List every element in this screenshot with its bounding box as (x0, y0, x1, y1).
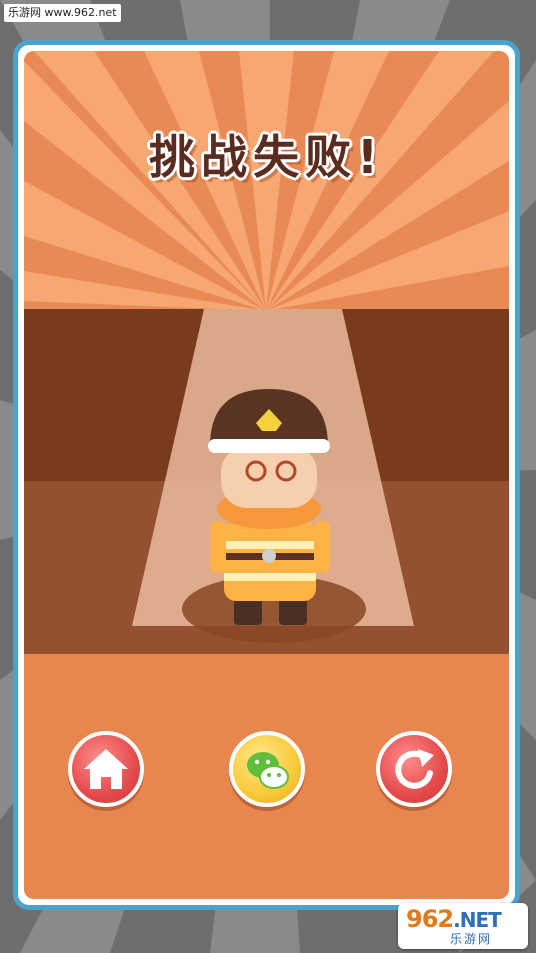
share-wechat-button[interactable] (229, 731, 305, 807)
home-icon (84, 749, 128, 789)
home-button[interactable] (68, 731, 144, 807)
result-card-inner: 挑战失败! (24, 51, 509, 899)
watermark-logo-sub: 乐游网 (450, 932, 493, 946)
watermark-logo-main: 962.NET (406, 905, 502, 933)
restart-button[interactable] (376, 731, 452, 807)
result-card: 挑战失败! (13, 40, 520, 910)
watermark-top: 乐游网 www.962.net (4, 4, 121, 22)
restart-icon (395, 749, 434, 789)
watermark-logo: 962.NET 乐游网 (398, 903, 528, 949)
page-title: 挑战失败! (149, 130, 384, 184)
firefighter-character (208, 389, 330, 625)
wechat-icon (247, 752, 289, 789)
